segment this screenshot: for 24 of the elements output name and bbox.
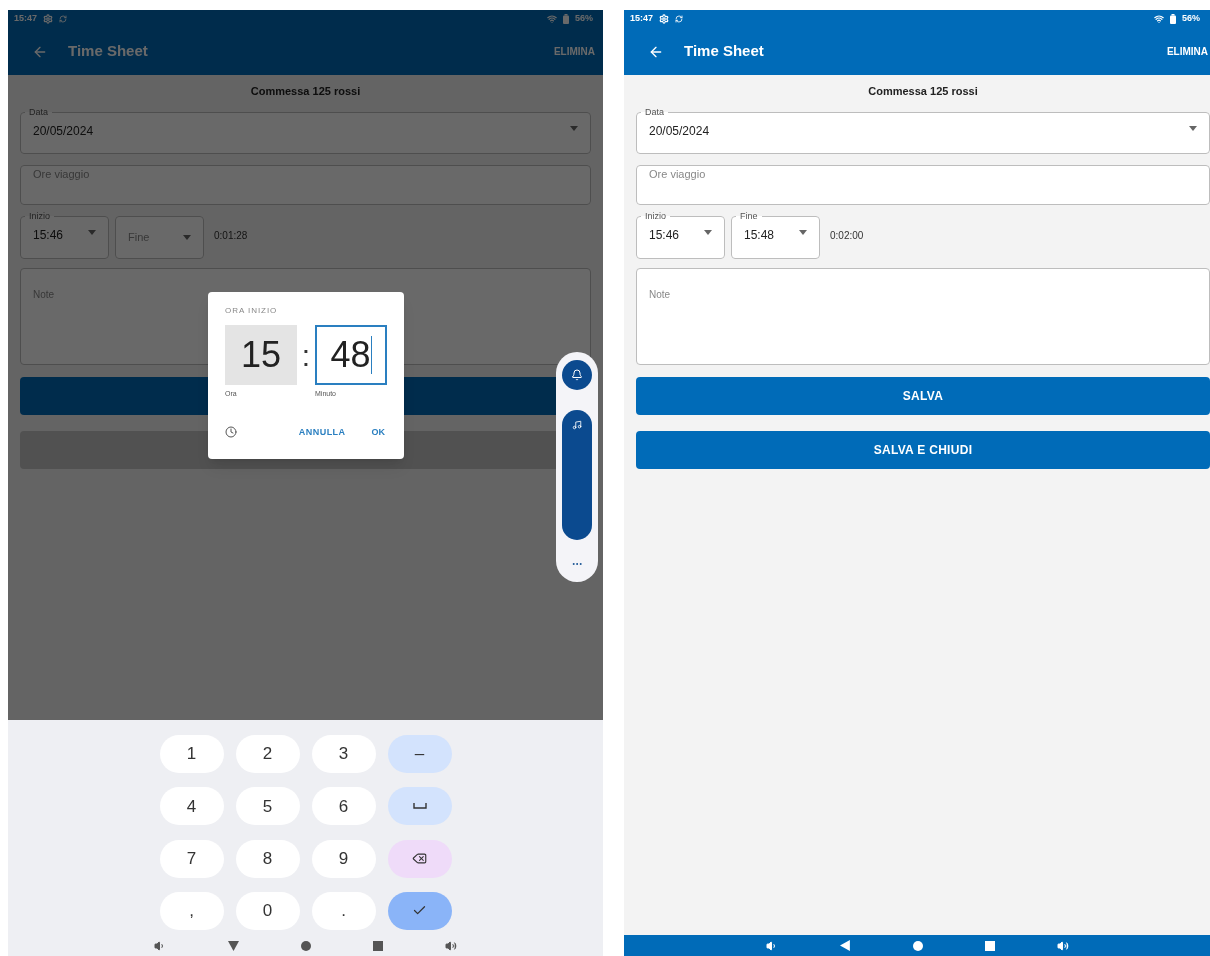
field-label: Inizio bbox=[28, 210, 51, 222]
duration-text: 0:02:00 bbox=[830, 228, 864, 243]
field-value: 20/05/2024 bbox=[649, 122, 711, 140]
field-placeholder: Ore viaggio bbox=[649, 166, 707, 182]
status-time: 15:47 bbox=[14, 12, 38, 26]
duration-text: 0:01:28 bbox=[214, 228, 248, 243]
battery-level: 56% bbox=[575, 12, 594, 26]
field-label: Fine bbox=[739, 210, 759, 222]
field-label: Data bbox=[28, 106, 49, 118]
app-title: Time Sheet bbox=[684, 41, 765, 62]
time-separator: : bbox=[300, 337, 312, 374]
field-value: 20/05/2024 bbox=[33, 122, 95, 140]
field-value: 15:46 bbox=[649, 226, 681, 244]
app-title: Time Sheet bbox=[68, 41, 149, 62]
field-value: 15:46 bbox=[33, 226, 65, 244]
job-title: Commessa 125 rossi bbox=[250, 84, 361, 99]
job-title: Commessa 125 rossi bbox=[868, 84, 978, 99]
battery-level: 56% bbox=[1182, 12, 1201, 26]
field-label: Inizio bbox=[644, 210, 667, 222]
field-value: 15:48 bbox=[744, 226, 776, 244]
field-placeholder: Note bbox=[649, 288, 671, 300]
field-label: Data bbox=[644, 106, 665, 118]
dialog-title: ORA INIZIO bbox=[225, 306, 279, 315]
status-time: 15:47 bbox=[630, 12, 654, 26]
